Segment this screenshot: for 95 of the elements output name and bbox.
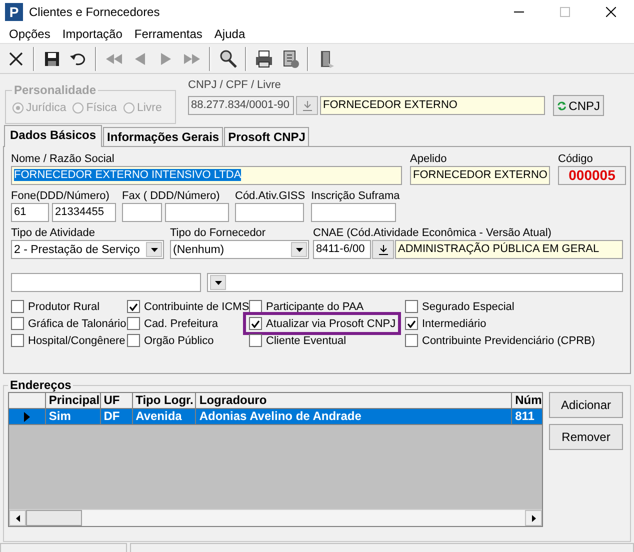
checkbox[interactable]	[127, 300, 140, 313]
dropdown[interactable]: (Nenhum)	[170, 240, 309, 259]
refresh-icon	[557, 98, 567, 112]
checkbox-label: Contribuinte Previdenciário (CPRB)	[422, 334, 596, 346]
menu-item[interactable]: Opções	[3, 26, 56, 40]
dropdown-value: 2 - Prestação de Serviço	[14, 244, 140, 256]
table-cell: 811	[512, 409, 542, 425]
column-header[interactable]: Núm	[512, 393, 542, 409]
checkbox-label: Contribuinte de ICMS	[144, 300, 250, 312]
column-header[interactable]: UF	[100, 393, 133, 409]
radio-label: Livre	[136, 102, 162, 114]
row-pointer-icon	[24, 412, 30, 422]
checkbox-label: Intermediário	[422, 318, 486, 330]
column-header[interactable]: Logradouro	[196, 393, 512, 409]
checkbox-label: Orgão Público	[144, 334, 214, 346]
checkbox-label: Atualizar via Prosoft CNPJ	[266, 318, 396, 330]
dropdown-arrow-icon[interactable]	[150, 248, 158, 252]
checkbox[interactable]	[11, 300, 24, 313]
table-row[interactable]: Sim DF Avenida Adonias Avelino de Andrade 811	[9, 409, 542, 425]
checkbox-label: Gráfica de Talonário	[28, 318, 126, 330]
field-label: CNAE (Cód.Atividade Econômica - Versão Atual)	[313, 226, 552, 240]
cnae-code-field[interactable]: 8411-6/00	[313, 240, 371, 259]
field-value: FORNECEDOR EXTERNO INTENSIVO LTDA	[14, 169, 242, 181]
dropdown-value: (Nenhum)	[173, 244, 224, 256]
fax-field[interactable]	[165, 203, 229, 222]
checkbox[interactable]	[405, 300, 418, 313]
menu-item[interactable]: Ajuda	[208, 26, 252, 40]
horizontal-scrollbar[interactable]	[9, 509, 542, 526]
field-label: Código	[558, 152, 594, 166]
checkbox-label: Participante do PAA	[266, 300, 364, 312]
radio-label: Física	[86, 102, 117, 114]
phone-field[interactable]: 21334455	[52, 203, 116, 222]
checkbox-label: Cliente Eventual	[266, 334, 346, 346]
area-code-field[interactable]: 61	[11, 203, 49, 222]
printer-icon[interactable]	[253, 48, 275, 70]
checkbox[interactable]	[405, 317, 418, 330]
download-button[interactable]	[372, 240, 394, 259]
name-field[interactable]: FORNECEDOR EXTERNO	[320, 96, 545, 115]
group-title: Personalidade	[13, 83, 98, 97]
checkbox[interactable]	[249, 317, 262, 330]
add-button[interactable]: Adicionar	[549, 392, 623, 418]
field-label: Apelido	[410, 152, 448, 166]
checkbox-label: Hospital/Congênere	[28, 334, 126, 346]
cnpj-button[interactable]: CNPJ	[553, 95, 604, 116]
table-cell: Adonias Avelino de Andrade	[196, 409, 512, 425]
area-code-field[interactable]	[122, 203, 162, 222]
nickname-field[interactable]: FORNECEDOR EXTERNO	[410, 166, 550, 185]
field-label: Inscrição Suframa	[311, 189, 400, 203]
cnae-description-field[interactable]: ADMINISTRAÇÃO PÚBLICA EM GERAL	[395, 240, 623, 259]
table-cell: DF	[100, 409, 133, 425]
field-label: Fone(DDD/Número)	[11, 189, 110, 203]
window-title: Clientes e Fornecedores	[29, 5, 161, 19]
dropdown-arrow-icon[interactable]	[296, 248, 302, 252]
dropdown-arrow-icon[interactable]	[214, 280, 222, 284]
checkbox-label: Cad. Prefeitura	[144, 318, 218, 330]
app-logo: P	[5, 3, 23, 21]
group-title: Endereços	[9, 378, 72, 392]
tab[interactable]: Informações Gerais	[103, 127, 224, 146]
tab[interactable]: Prosoft CNPJ	[224, 127, 310, 146]
input-field[interactable]	[311, 203, 396, 222]
checkbox[interactable]	[11, 334, 24, 347]
tab[interactable]: Dados Básicos	[4, 125, 102, 147]
field-label: Tipo do Fornecedor	[170, 226, 267, 240]
remove-button[interactable]: Remover	[549, 424, 623, 450]
menu-item[interactable]: Importação	[56, 26, 128, 40]
checkbox-label: Produtor Rural	[28, 300, 100, 312]
checkbox[interactable]	[127, 317, 140, 330]
column-header[interactable]: Tipo Logr.	[132, 393, 196, 409]
menu-item[interactable]: Ferramentas	[128, 26, 208, 40]
field-label: Cód.Ativ.GISS	[235, 189, 306, 203]
checkbox[interactable]	[127, 334, 140, 347]
scroll-left-icon[interactable]	[16, 514, 20, 522]
download-icon[interactable]	[378, 244, 388, 254]
scroll-right-icon[interactable]	[532, 514, 536, 522]
field-label: CNPJ / CPF / Livre	[188, 78, 282, 92]
table-cell: Avenida	[132, 409, 196, 425]
dropdown[interactable]: 2 - Prestação de Serviço	[11, 240, 164, 259]
input-field[interactable]	[11, 273, 202, 292]
column-header[interactable]: Principal	[46, 393, 101, 409]
checkbox-label: Segurado Especial	[422, 300, 514, 312]
field-label: Fax ( DDD/Número)	[122, 189, 221, 203]
scrollbar-thumb[interactable]	[26, 510, 82, 526]
field-label: Tipo de Atividade	[11, 226, 96, 240]
checkbox[interactable]	[249, 300, 262, 313]
checkbox[interactable]	[11, 317, 24, 330]
input-field[interactable]	[235, 203, 304, 222]
checkbox[interactable]	[249, 334, 262, 347]
cnpj-field[interactable]: 88.277.834/0001-90	[188, 96, 294, 115]
field-label: Nome / Razão Social	[11, 152, 116, 166]
code-field[interactable]: 000005	[558, 166, 626, 185]
table-cell: Sim	[46, 409, 101, 425]
radio-label: Jurídica	[26, 102, 66, 114]
name-field[interactable]: FORNECEDOR EXTERNO INTENSIVO LTDA	[11, 166, 402, 185]
checkbox[interactable]	[405, 334, 418, 347]
close-icon[interactable]	[606, 7, 616, 17]
